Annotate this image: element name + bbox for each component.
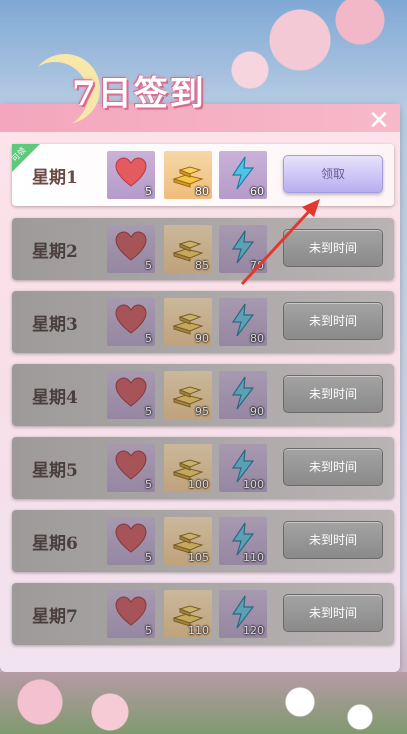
red-arrow-indicator	[240, 199, 320, 286]
